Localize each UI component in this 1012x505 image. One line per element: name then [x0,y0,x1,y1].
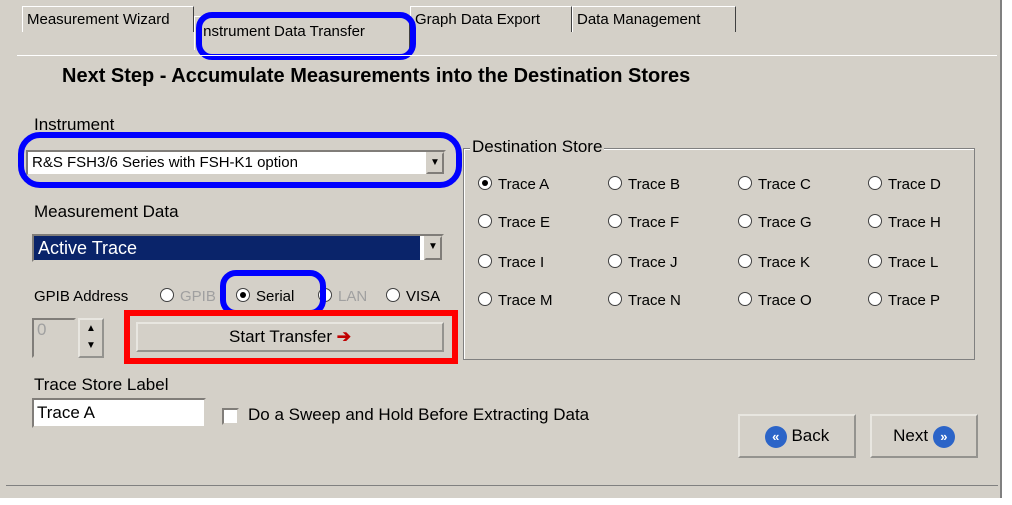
start-transfer-button[interactable]: Start Transfer ➔ [136,322,444,352]
radio-trace-e[interactable]: Trace E [478,214,550,231]
radio-trace-b[interactable]: Trace B [608,176,680,193]
radio-label: VISA [406,288,441,305]
tab-measurement-wizard[interactable]: Measurement Wizard [22,6,194,32]
radio-serial[interactable]: Serial [236,288,294,305]
radio-dot [478,292,492,306]
next-button[interactable]: Next » [870,414,978,458]
start-transfer-label: Start Transfer [229,327,332,346]
tab-graph-data-export[interactable]: Graph Data Export [410,6,572,32]
instrument-select[interactable]: R&S FSH3/6 Series with FSH-K1 option ▼ [26,150,446,176]
radio-dot [868,292,882,306]
radio-dot [608,292,622,306]
address-spinner[interactable]: 0 [32,318,76,358]
instrument-value: R&S FSH3/6 Series with FSH-K1 option [32,154,298,171]
radio-trace-d[interactable]: Trace D [868,176,941,193]
radio-trace-a[interactable]: Trace A [478,176,549,193]
trace-store-label-input[interactable]: Trace A [32,398,206,428]
radio-label: Trace K [758,254,810,271]
radio-dot [478,254,492,268]
radio-label: Serial [256,288,295,305]
radio-label: Trace P [888,292,940,309]
radio-dot [738,176,752,190]
back-button[interactable]: « Back [738,414,856,458]
measurement-data-value: Active Trace [38,238,138,258]
radio-trace-l[interactable]: Trace L [868,254,938,271]
radio-label: Trace A [498,176,550,193]
radio-gpib[interactable]: GPIB [160,288,216,305]
trace-store-label-caption: Trace Store Label [34,375,169,394]
radio-visa[interactable]: VISA [386,288,440,305]
radio-dot [236,288,250,302]
gpib-address-label: GPIB Address [34,288,129,305]
radio-trace-k[interactable]: Trace K [738,254,810,271]
back-label: Back [791,426,830,445]
page-title: Next Step - Accumulate Measurements into… [62,65,691,87]
radio-dot [478,214,492,228]
chevron-down-icon[interactable]: ▼ [424,236,442,260]
radio-label: Trace E [498,214,550,231]
radio-trace-n[interactable]: Trace N [608,292,681,309]
radio-trace-f[interactable]: Trace F [608,214,679,231]
radio-label: Trace C [758,176,811,193]
radio-label: Trace F [628,214,680,231]
radio-dot [608,254,622,268]
radio-dot [160,288,174,302]
radio-label: GPIB [180,288,216,305]
radio-trace-i[interactable]: Trace I [478,254,544,271]
status-bar [6,485,998,502]
radio-dot [738,292,752,306]
radio-dot [608,176,622,190]
radio-label: Trace B [628,176,680,193]
radio-lan[interactable]: LAN [318,288,367,305]
radio-label: Trace H [888,214,941,231]
app-window: Measurement Wizard Instrument Data Trans… [0,0,1002,498]
chevron-down-icon[interactable]: ▼ [426,152,444,174]
double-chevron-left-icon: « [764,425,787,448]
radio-dot [478,176,492,190]
radio-dot [868,214,882,228]
tab-data-management[interactable]: Data Management [572,6,736,32]
instrument-label: Instrument [34,115,115,134]
next-label: Next [893,426,929,445]
radio-label: Trace J [628,254,678,271]
sweep-hold-checkbox[interactable] [222,408,239,425]
radio-dot [868,254,882,268]
arrow-right-icon: ➔ [336,327,351,346]
radio-dot [738,214,752,228]
radio-dot [386,288,400,302]
radio-label: Trace M [498,292,553,309]
radio-label: Trace O [758,292,812,309]
destination-store-label: Destination Store [470,137,605,157]
sweep-hold-label: Do a Sweep and Hold Before Extracting Da… [248,405,590,424]
measurement-data-label: Measurement Data [34,202,179,221]
radio-trace-m[interactable]: Trace M [478,292,552,309]
radio-dot [608,214,622,228]
radio-trace-g[interactable]: Trace G [738,214,812,231]
radio-dot [318,288,332,302]
radio-trace-o[interactable]: Trace O [738,292,812,309]
radio-trace-h[interactable]: Trace H [868,214,941,231]
measurement-data-select[interactable]: Active Trace ▼ [32,234,444,262]
radio-trace-c[interactable]: Trace C [738,176,811,193]
radio-label: LAN [338,288,368,305]
tab-instrument-data-transfer[interactable]: Instrument Data Transfer [194,16,410,50]
double-chevron-right-icon: » [932,425,955,448]
radio-label: Trace I [498,254,545,271]
radio-label: Trace L [888,254,939,271]
radio-trace-j[interactable]: Trace J [608,254,677,271]
radio-trace-p[interactable]: Trace P [868,292,940,309]
radio-label: Trace G [758,214,812,231]
radio-dot [868,176,882,190]
radio-label: Trace D [888,176,941,193]
radio-label: Trace N [628,292,681,309]
radio-dot [738,254,752,268]
spinner-arrows[interactable]: ▲ ▼ [78,318,104,358]
